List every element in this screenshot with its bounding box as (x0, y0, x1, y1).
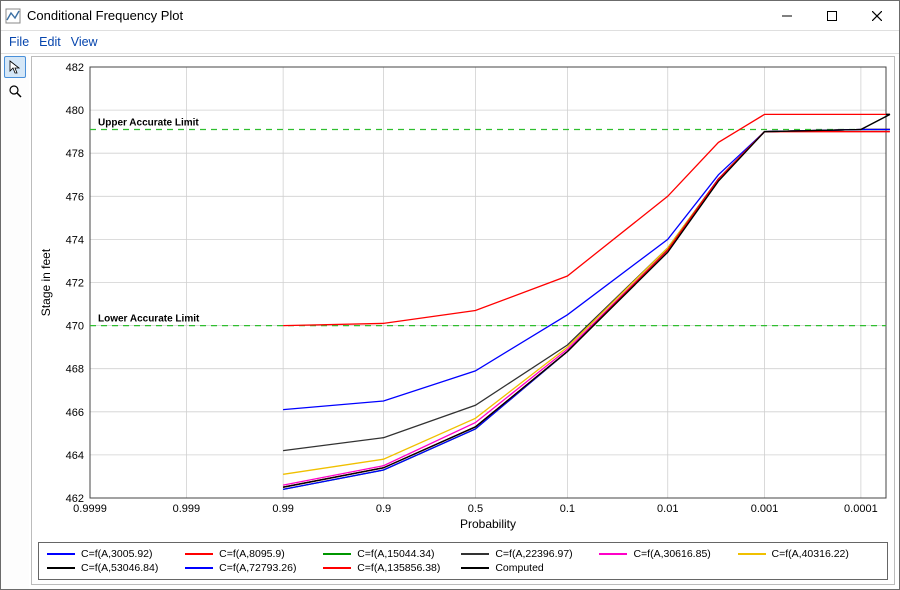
legend-label: C=f(A,72793.26) (219, 562, 296, 574)
y-tick-label: 476 (66, 191, 84, 203)
legend-label: C=f(A,8095.9) (219, 548, 285, 560)
window-controls (764, 1, 899, 30)
legend-label: C=f(A,135856.38) (357, 562, 440, 574)
legend-item: C=f(A,72793.26) (185, 561, 323, 575)
series-line (283, 132, 890, 488)
y-tick-label: 478 (66, 148, 84, 160)
menu-bar: File Edit View (1, 31, 899, 53)
reference-line-label: Lower Accurate Limit (98, 314, 200, 325)
legend-swatch (323, 553, 351, 555)
y-tick-label: 480 (66, 105, 84, 117)
chart[interactable]: 0.99990.9990.990.90.50.10.010.0010.00014… (32, 57, 894, 584)
x-tick-label: 0.1 (560, 503, 575, 515)
legend-label: C=f(A,3005.92) (81, 548, 153, 560)
x-tick-label: 0.5 (468, 503, 483, 515)
x-tick-label: 0.9 (376, 503, 391, 515)
legend-label: C=f(A,22396.97) (495, 548, 572, 560)
legend-swatch (47, 567, 75, 569)
legend-swatch (323, 567, 351, 569)
menu-edit[interactable]: Edit (35, 35, 65, 49)
legend-item: C=f(A,22396.97) (461, 547, 599, 561)
window-title: Conditional Frequency Plot (27, 8, 764, 23)
legend-swatch (461, 567, 489, 569)
minimize-button[interactable] (764, 1, 809, 30)
series-line (283, 130, 890, 410)
legend-swatch (738, 553, 766, 555)
x-tick-label: 0.999 (173, 503, 201, 515)
reference-line-label: Upper Accurate Limit (98, 117, 199, 128)
maximize-button[interactable] (809, 1, 854, 30)
y-tick-label: 482 (66, 62, 84, 74)
x-tick-label: 0.01 (657, 503, 678, 515)
x-tick-label: 0.001 (751, 503, 779, 515)
legend-swatch (185, 567, 213, 569)
series-line (283, 130, 890, 490)
y-tick-label: 464 (66, 450, 84, 462)
legend-item: C=f(A,3005.92) (47, 547, 185, 561)
y-tick-label: 472 (66, 278, 84, 290)
x-tick-label: 0.0001 (844, 503, 878, 515)
legend-item: C=f(A,40316.22) (738, 547, 876, 561)
legend-item: C=f(A,8095.9) (185, 547, 323, 561)
plot-panel[interactable]: 0.99990.9990.990.90.50.10.010.0010.00014… (31, 56, 895, 585)
legend-label: C=f(A,40316.22) (772, 548, 849, 560)
y-axis-title: Stage in feet (39, 248, 53, 316)
legend-swatch (599, 553, 627, 555)
tool-strip (1, 54, 29, 589)
y-tick-label: 462 (66, 493, 84, 505)
x-tick-label: 0.99 (272, 503, 293, 515)
legend-swatch (461, 553, 489, 555)
legend-item: Computed (461, 561, 599, 575)
menu-view[interactable]: View (67, 35, 102, 49)
x-axis-title: Probability (460, 517, 516, 531)
legend-label: C=f(A,53046.84) (81, 562, 158, 574)
series-line (283, 130, 890, 490)
legend-item: C=f(A,15044.34) (323, 547, 461, 561)
app-icon (5, 8, 21, 24)
series-line (283, 130, 890, 475)
y-tick-label: 474 (66, 234, 84, 246)
close-button[interactable] (854, 1, 899, 30)
legend-item: C=f(A,135856.38) (323, 561, 461, 575)
legend-label: C=f(A,30616.85) (633, 548, 710, 560)
y-tick-label: 468 (66, 364, 84, 376)
y-tick-label: 466 (66, 407, 84, 419)
zoom-tool-button[interactable] (4, 80, 26, 102)
menu-file[interactable]: File (5, 35, 33, 49)
series-line (283, 130, 890, 486)
legend-swatch (185, 553, 213, 555)
pointer-tool-button[interactable] (4, 56, 26, 78)
legend: C=f(A,3005.92) C=f(A,8095.9) C=f(A,15044.3… (38, 542, 888, 580)
legend-item: C=f(A,53046.84) (47, 561, 185, 575)
title-bar: Conditional Frequency Plot (1, 1, 899, 31)
legend-label: C=f(A,15044.34) (357, 548, 434, 560)
series-line (283, 114, 890, 325)
series-line (283, 130, 890, 488)
y-tick-label: 470 (66, 321, 84, 333)
legend-item: C=f(A,30616.85) (599, 547, 737, 561)
legend-label: Computed (495, 562, 543, 574)
legend-swatch (47, 553, 75, 555)
